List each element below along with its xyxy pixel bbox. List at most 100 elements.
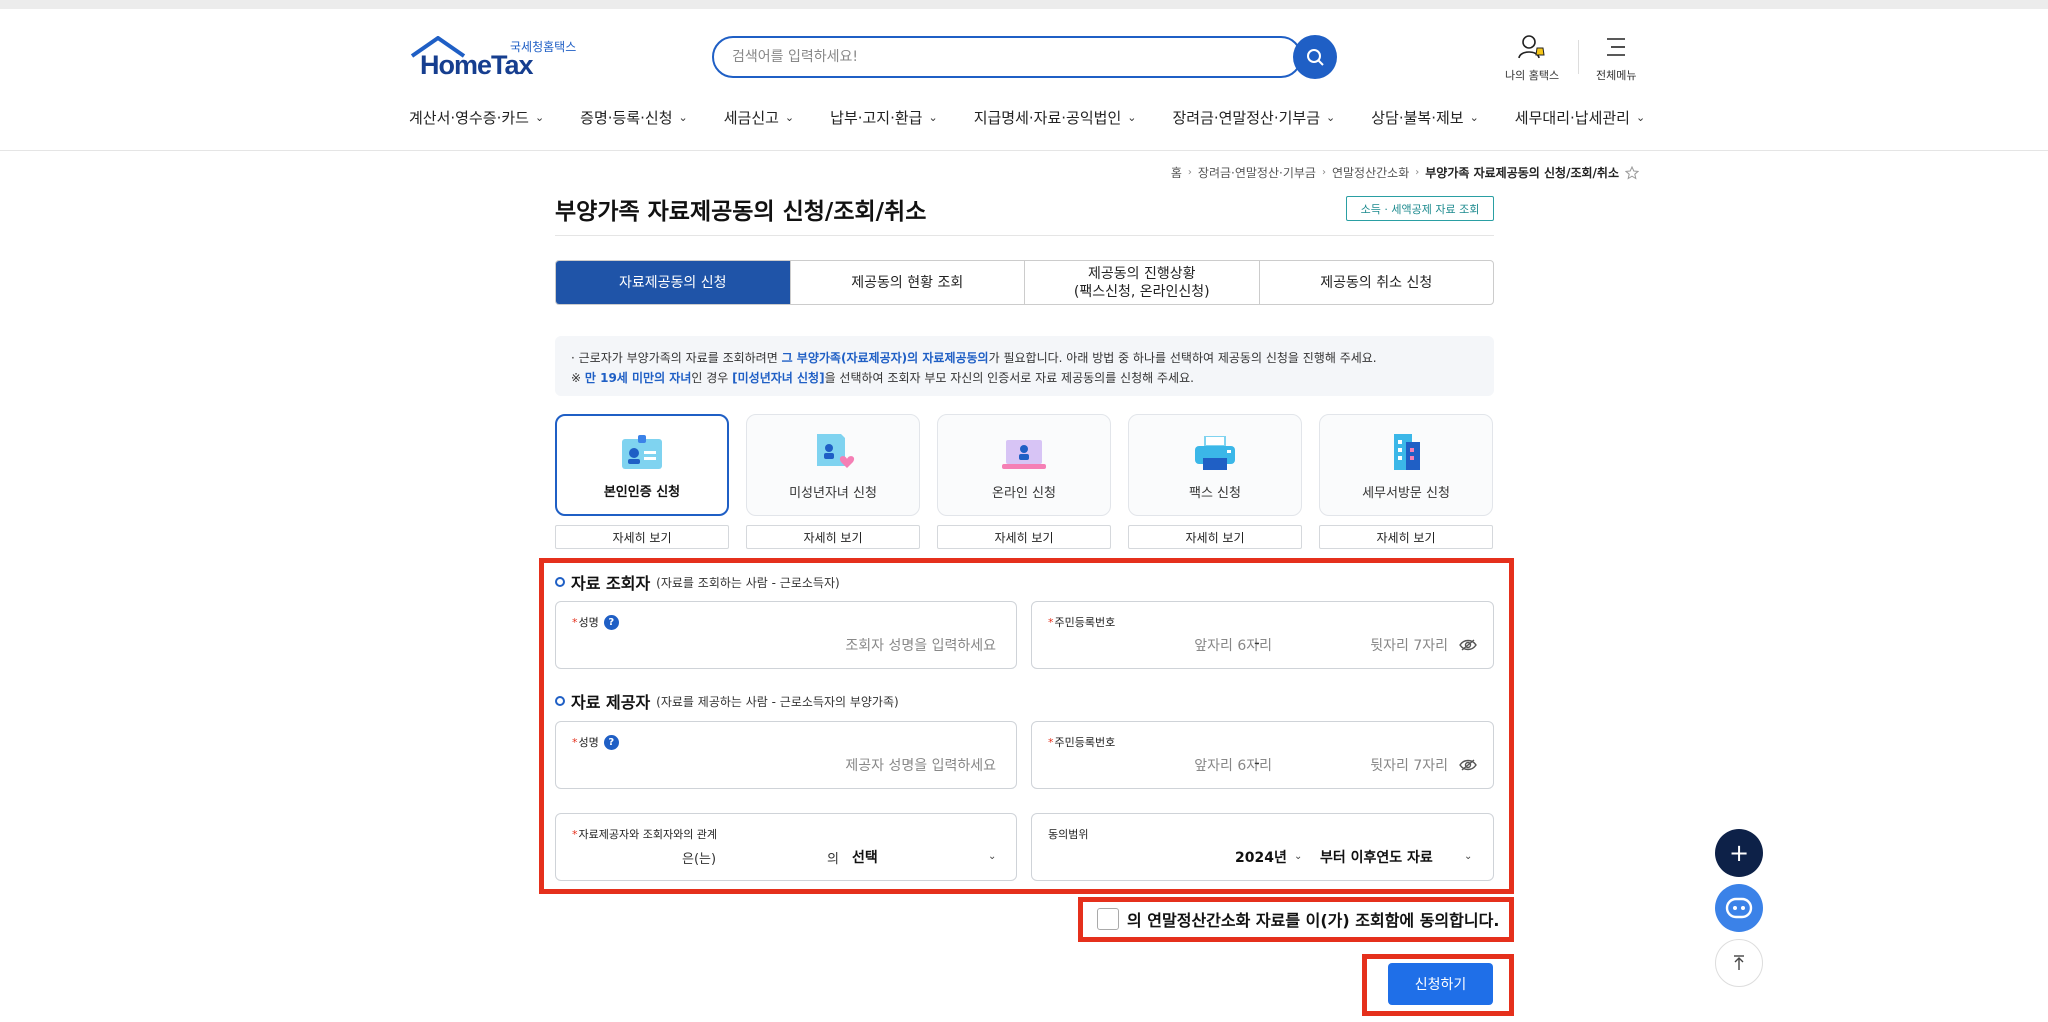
method-online[interactable]: 온라인 신청 [937,414,1111,516]
relation-eun: 은(는) [682,852,717,867]
rrn-dash: - [1254,633,1260,652]
method-fax[interactable]: 팩스 신청 [1128,414,1302,516]
viewer-name-label: * 성명? [572,614,619,630]
nav-label: 계산서·영수증·카드 [409,108,529,127]
chevron-down-icon: ⌄ [928,110,938,124]
viewer-name-input[interactable] [696,634,996,658]
method-minor[interactable]: 미성년자녀 신청 [746,414,920,516]
chevron-down-icon: ⌄ [988,851,997,862]
all-menu-button[interactable]: 전체메뉴 [1596,34,1636,83]
laptop-icon [1002,440,1046,469]
hometax-logo[interactable]: 국세청홈택스 HomeTax [410,36,576,80]
tab-apply[interactable]: 자료제공동의 신청 [556,261,791,304]
bullet-icon [555,577,565,587]
info-text: 가 필요합니다. 아래 방법 중 하나를 선택하여 제공동의 신청을 진행해 주… [988,351,1377,365]
eye-off-icon[interactable] [1459,638,1477,652]
agree-text: 의 연말정산간소화 자료를 이(가) 조회함에 동의합니다. [1127,911,1500,930]
detail-button-self-auth[interactable]: 자세히 보기 [555,525,729,549]
income-deduction-link[interactable]: 소득 · 세액공제 자료 조회 [1346,196,1494,221]
method-label: 온라인 신청 [992,486,1056,501]
robot-icon [1725,897,1753,919]
my-hometax-button[interactable]: 나의 홈택스 [1505,34,1559,83]
nav-payment[interactable]: 납부·고지·환급 ⌄ [830,104,938,130]
chatbot-button[interactable] [1715,884,1763,932]
nav-label: 장려금·연말정산·기부금 [1172,108,1321,127]
global-nav: 계산서·영수증·카드 ⌄ 증명·등록·신청 ⌄ 세금신고 ⌄ 납부·고지·환급 ⌄ 지급… [409,104,1645,130]
chevron-right-icon: › [1187,167,1192,178]
nav-label: 증명·등록·신청 [580,108,673,127]
submit-button[interactable]: 신청하기 [1388,963,1493,1005]
viewer-rrn-front-input[interactable] [1112,634,1272,658]
chevron-down-icon: ⌄ [1326,110,1336,124]
required-mark: * [572,827,578,841]
chevron-down-icon: ⌄ [1469,110,1479,124]
tab-cancel[interactable]: 제공동의 취소 신청 [1260,261,1494,304]
viewer-rrn-back-input[interactable] [1282,634,1448,658]
method-cards: 본인인증 신청 미성년자녀 신청 온라인 신청 팩스 신청 세무서방문 신청 [555,414,1494,516]
provider-name-field: * 성명? [555,721,1017,789]
provider-rrn-field: *주민등록번호 - [1031,721,1494,789]
info-highlight: [미성년자녀 신청] [732,371,825,385]
nav-yearend[interactable]: 장려금·연말정산·기부금 ⌄ [1172,104,1335,130]
tab-progress-label: 제공동의 진행상황 (팩스신청, 온라인신청) [1073,265,1210,300]
breadcrumb: 홈 › 장려금·연말정산·기부금 › 연말정산간소화 › 부양가족 자료제공동의… [1171,164,1639,181]
viewer-name-field: * 성명? [555,601,1017,669]
viewer-title: 자료 조회자 [571,574,651,593]
viewer-section-title: 자료 조회자 (자료를 조회하는 사람 - 근로소득자) [555,570,840,594]
star-icon[interactable] [1625,165,1639,180]
detail-button-online[interactable]: 자세히 보기 [937,525,1111,549]
scroll-top-button[interactable] [1715,939,1763,987]
provider-section-title: 자료 제공자 (자료를 제공하는 사람 - 근로소득자의 부양가족) [555,689,899,713]
user-bell-icon [1518,35,1545,59]
header-divider [1578,40,1579,74]
scope-range-select[interactable]: 부터 이후연도 자료 [1320,847,1433,867]
chevron-down-icon: ⌄ [678,110,688,124]
agree-checkbox[interactable] [1097,908,1119,930]
title-divider [555,235,1494,236]
detail-button-fax[interactable]: 자세히 보기 [1128,525,1302,549]
provider-name-input[interactable] [696,754,996,778]
breadcrumb-level1[interactable]: 장려금·연말정산·기부금 [1198,164,1316,181]
help-icon[interactable]: ? [603,614,619,630]
nav-invoice[interactable]: 계산서·영수증·카드 ⌄ [409,104,544,130]
info-text: ※ [571,371,585,385]
tab-status[interactable]: 제공동의 현황 조회 [791,261,1025,304]
provider-rrn-back-input[interactable] [1282,754,1448,778]
method-visit[interactable]: 세무서방문 신청 [1319,414,1493,516]
nav-label: 납부·고지·환급 [830,108,923,127]
nav-label: 상담·불복·제보 [1371,108,1464,127]
breadcrumb-level2[interactable]: 연말정산간소화 [1332,164,1409,181]
nav-statement[interactable]: 지급명세·자료·공익법인 ⌄ [974,104,1137,130]
browser-top-strip [0,0,2048,9]
detail-button-visit[interactable]: 자세히 보기 [1319,525,1493,549]
nav-certificate[interactable]: 증명·등록·신청 ⌄ [580,104,688,130]
provider-name-label: * 성명? [572,734,619,750]
provider-title: 자료 제공자 [571,693,651,712]
nav-tax-report[interactable]: 세금신고 ⌄ [724,104,794,130]
breadcrumb-home[interactable]: 홈 [1171,164,1182,181]
scope-year-select[interactable]: 2024년 [1235,847,1287,867]
eye-off-icon[interactable] [1459,758,1477,772]
method-label: 세무서방문 신청 [1362,486,1450,501]
label-text: 성명 [578,616,599,629]
help-icon[interactable]: ? [603,734,619,750]
nav-consult[interactable]: 상담·불복·제보 ⌄ [1371,104,1479,130]
bullet-icon [555,696,565,706]
nav-label: 세금신고 [723,108,779,127]
search-button[interactable] [1293,35,1337,79]
scope-label: 동의범위 [1048,826,1088,842]
provider-rrn-front-input[interactable] [1112,754,1272,778]
detail-button-minor[interactable]: 자세히 보기 [746,525,920,549]
nav-agent[interactable]: 세무대리·납세관리 ⌄ [1515,104,1645,130]
search-input[interactable] [732,38,1252,76]
label-text: 주민등록번호 [1054,736,1116,749]
tab-progress[interactable]: 제공동의 진행상황 (팩스신청, 온라인신청) [1025,261,1260,304]
hamburger-icon [1607,38,1626,56]
viewer-rrn-field: *주민등록번호 - [1031,601,1494,669]
method-self-auth[interactable]: 본인인증 신청 [555,414,729,516]
plus-button[interactable]: + [1715,829,1763,877]
scope-field: 동의범위 2024년 ⌄ 부터 이후연도 자료 ⌄ [1031,813,1494,881]
rrn-dash: - [1254,753,1260,772]
chevron-down-icon: ⌄ [784,110,795,124]
relation-select[interactable]: 선택 [852,847,878,867]
